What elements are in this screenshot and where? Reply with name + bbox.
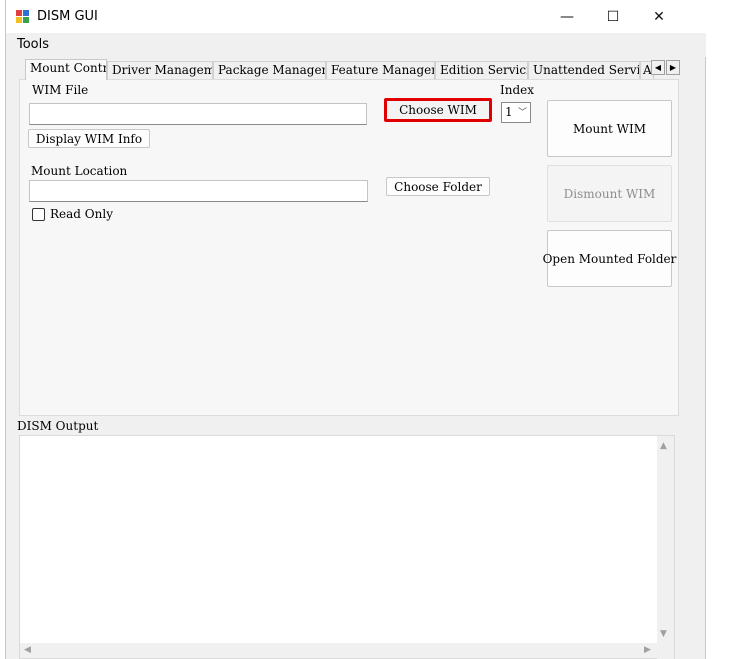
dismount-wim-button: Dismount WIM bbox=[547, 165, 672, 222]
tab-unattended-servicing[interactable]: Unattended Servicing bbox=[528, 61, 640, 79]
scroll-down-icon[interactable]: ▼ bbox=[660, 629, 667, 639]
output-horizontal-scrollbar[interactable]: ◀ ▶ bbox=[20, 643, 659, 658]
wim-file-input[interactable] bbox=[29, 103, 367, 125]
dism-output-label: DISM Output bbox=[17, 419, 99, 433]
title-bar: DISM GUI — ☐ ✕ bbox=[6, 0, 706, 33]
open-mounted-folder-button[interactable]: Open Mounted Folder bbox=[543, 230, 676, 287]
choose-wim-button[interactable]: Choose WIM bbox=[384, 98, 492, 122]
index-dropdown[interactable]: 1 ﹀ bbox=[501, 102, 531, 123]
close-icon: ✕ bbox=[653, 8, 665, 25]
triangle-right-icon: ▶ bbox=[669, 63, 677, 72]
scroll-left-icon[interactable]: ◀ bbox=[24, 645, 31, 655]
tab-scroll-right-button[interactable]: ▶ bbox=[666, 60, 680, 75]
maximize-icon: ☐ bbox=[606, 8, 620, 25]
dism-output-textarea[interactable]: ▲ ▼ ◀ ▶ bbox=[19, 435, 675, 659]
scroll-right-icon[interactable]: ▶ bbox=[644, 645, 651, 655]
index-label: Index bbox=[500, 83, 535, 97]
tab-driver-management[interactable]: Driver Management bbox=[107, 61, 213, 79]
output-vertical-scrollbar[interactable]: ▲ ▼ bbox=[657, 436, 674, 659]
display-wim-info-button[interactable]: Display WIM Info bbox=[28, 129, 150, 148]
maximize-button[interactable]: ☐ bbox=[590, 0, 636, 33]
mount-wim-button[interactable]: Mount WIM bbox=[547, 100, 672, 157]
wim-file-label: WIM File bbox=[32, 83, 89, 97]
tab-scroll-left-button[interactable]: ◀ bbox=[651, 60, 665, 75]
minimize-button[interactable]: — bbox=[544, 0, 590, 33]
menu-tools[interactable]: Tools bbox=[17, 37, 49, 52]
tab-edition-servicing[interactable]: Edition Servicing bbox=[435, 61, 528, 79]
triangle-left-icon: ◀ bbox=[654, 63, 662, 72]
app-icon bbox=[16, 10, 30, 24]
mount-control-page: WIM File Choose WIM Index 1 ﹀ Display WI… bbox=[19, 79, 679, 416]
mount-location-input[interactable] bbox=[29, 180, 368, 202]
minimize-icon: — bbox=[560, 8, 574, 25]
choose-folder-button[interactable]: Choose Folder bbox=[386, 177, 490, 196]
close-button[interactable]: ✕ bbox=[636, 0, 682, 33]
tab-mount-control[interactable]: Mount Control bbox=[25, 59, 107, 80]
read-only-label: Read Only bbox=[50, 207, 113, 221]
tab-feature-management[interactable]: Feature Management bbox=[326, 61, 435, 79]
tab-package-management[interactable]: Package Management bbox=[213, 61, 326, 79]
scroll-up-icon[interactable]: ▲ bbox=[660, 441, 667, 451]
menu-bar: Tools bbox=[6, 33, 706, 57]
app-window: DISM GUI — ☐ ✕ Tools Mount Control Drive… bbox=[5, 0, 706, 659]
window-title: DISM GUI bbox=[37, 9, 98, 24]
tab-strip: Mount Control Driver Management Package … bbox=[20, 59, 680, 80]
read-only-checkbox[interactable] bbox=[32, 208, 45, 221]
mount-location-label: Mount Location bbox=[31, 164, 128, 178]
chevron-down-icon: ﹀ bbox=[517, 108, 527, 118]
index-value: 1 bbox=[505, 105, 513, 119]
